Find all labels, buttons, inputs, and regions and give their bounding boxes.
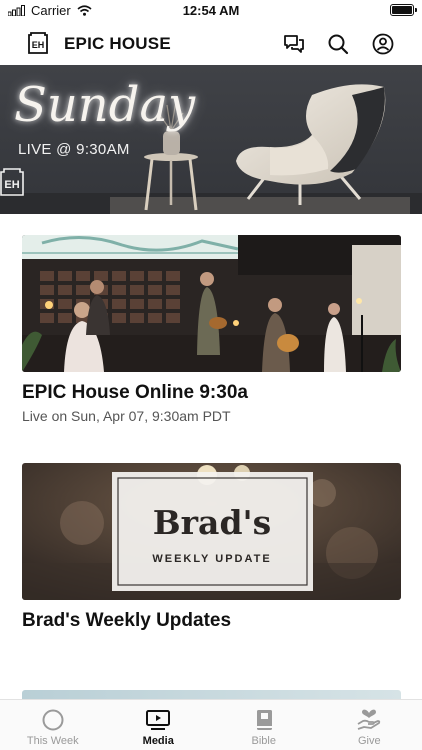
account-button[interactable]: [370, 31, 396, 57]
hand-heart-icon: [357, 709, 381, 730]
tab-label: This Week: [26, 735, 79, 747]
search-button[interactable]: [325, 31, 351, 57]
hero-logo-letters: EH: [4, 179, 19, 191]
media-title[interactable]: EPIC House Online 9:30a: [22, 382, 401, 404]
tab-label: Media: [142, 735, 174, 747]
status-time: 12:54 AM: [182, 3, 240, 18]
media-card[interactable]: Brad's WEEKLY UPDATE Brad's Weekly Updat…: [22, 463, 401, 632]
media-card[interactable]: EPIC House Online 9:30a Live on Sun, Apr…: [22, 235, 401, 424]
brand-logo[interactable]: EH: [27, 32, 49, 54]
media-thumbnail[interactable]: [22, 235, 401, 372]
circle-icon: [42, 709, 64, 731]
brand-name: EPIC HOUSE: [64, 34, 171, 53]
hero-banner[interactable]: Sunday LIVE @ 9:30AM EH: [0, 65, 422, 214]
chat-icon: [284, 35, 304, 53]
status-bar: Carrier 12:54 AM: [0, 0, 422, 22]
worship-band-image: [22, 235, 401, 372]
account-icon: [372, 33, 394, 55]
brand-logo-letters: EH: [32, 40, 45, 50]
tab-label: Bible: [251, 735, 276, 747]
thumb-subheading: WEEKLY UPDATE: [152, 553, 271, 565]
hero-title: Sunday: [14, 77, 196, 133]
book-icon: [256, 710, 272, 730]
play-screen-icon: [146, 710, 171, 730]
app-header: EH EPIC HOUSE: [0, 22, 422, 65]
hero-logo: EH: [0, 168, 24, 196]
search-icon: [328, 34, 349, 55]
media-thumbnail[interactable]: Brad's WEEKLY UPDATE: [22, 463, 401, 600]
media-subtitle: Live on Sun, Apr 07, 9:30am PDT: [22, 408, 231, 424]
thumb-heading: Brad's: [153, 503, 271, 542]
tab-give[interactable]: Give: [317, 700, 422, 750]
battery-icon: [390, 4, 417, 16]
weekly-update-image: Brad's WEEKLY UPDATE: [22, 463, 401, 600]
tab-bible[interactable]: Bible: [211, 700, 317, 750]
tab-label: Give: [357, 735, 381, 747]
tab-bar: This Week Media Bible Give: [0, 699, 422, 750]
hero-subtitle: LIVE @ 9:30AM: [18, 141, 130, 158]
tab-media[interactable]: Media: [106, 700, 212, 750]
chat-button[interactable]: [281, 31, 307, 57]
tab-this-week[interactable]: This Week: [0, 700, 106, 750]
media-title[interactable]: Brad's Weekly Updates: [22, 610, 401, 632]
